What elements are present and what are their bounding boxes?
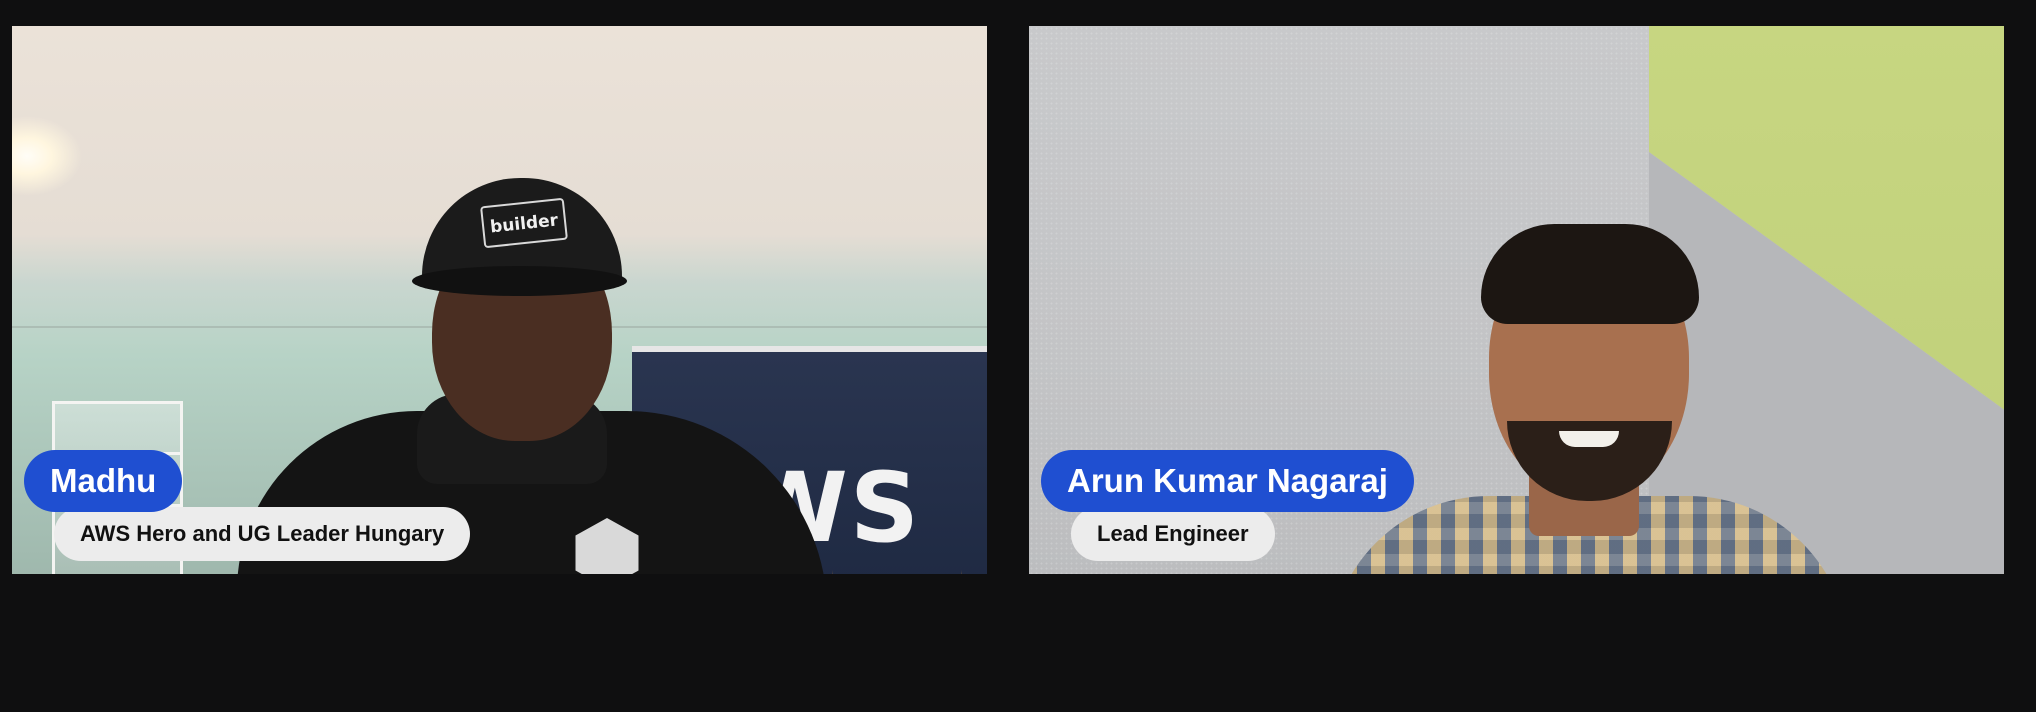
video-call-stage: WS builder Madhu AWS Hero and UG Leader … [0,0,2036,712]
cap-logo: builder [480,197,568,249]
participant-smile [1559,431,1619,447]
participant-title-label: AWS Hero and UG Leader Hungary [54,507,471,561]
participant-name-label: Arun Kumar Nagaraj [1041,450,1414,512]
participant-name-label: Madhu [24,450,183,512]
banner-smile-logo [832,570,962,574]
cap-brim [412,266,627,296]
participant-video-tile-2[interactable]: Arun Kumar Nagaraj Lead Engineer [1029,26,2004,574]
participant-title-label: Lead Engineer [1071,507,1275,561]
participant-hair [1481,224,1699,324]
participant-video-tile-1[interactable]: WS builder Madhu AWS Hero and UG Leader … [12,26,987,574]
